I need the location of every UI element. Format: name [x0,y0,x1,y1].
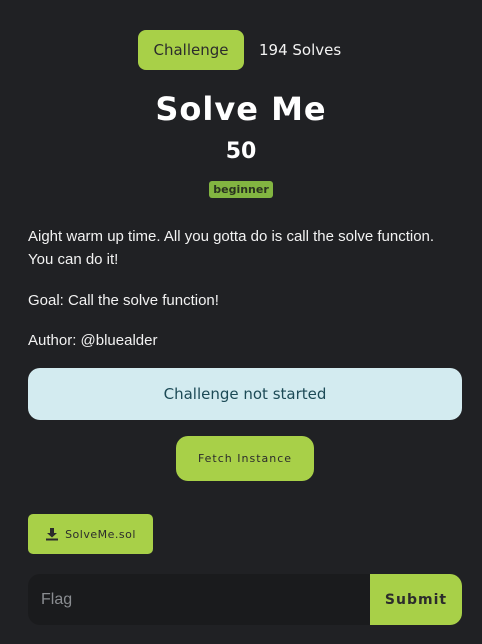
flag-input[interactable] [28,574,370,625]
tab-challenge[interactable]: Challenge [138,30,244,70]
download-file-button[interactable]: SolveMe.sol [28,514,153,554]
tab-solves[interactable]: 194 Solves [259,30,341,70]
challenge-goal: Goal: Call the solve function! [28,292,219,309]
tag-badge: beginner [209,181,273,198]
challenge-points: 50 [225,139,257,164]
instance-status-banner: Challenge not started [28,368,462,420]
challenge-author: Author: @bluealder [28,332,158,349]
download-icon [45,527,59,541]
flag-form: Submit [28,574,462,625]
submit-label: Submit [384,591,448,608]
challenge-description: Aight warm up time. All you gotta do is … [28,228,435,268]
tag-list: beginner [0,181,482,198]
download-file-label: SolveMe.sol [65,527,136,541]
submit-button[interactable]: Submit [370,574,462,625]
instance-status-text: Challenge not started [163,385,327,403]
fetch-instance-label: Fetch Instance [197,452,293,465]
challenge-title: Solve Me [155,90,327,128]
fetch-instance-button[interactable]: Fetch Instance [176,436,314,481]
challenge-tabs: Challenge 194 Solves [138,30,341,70]
